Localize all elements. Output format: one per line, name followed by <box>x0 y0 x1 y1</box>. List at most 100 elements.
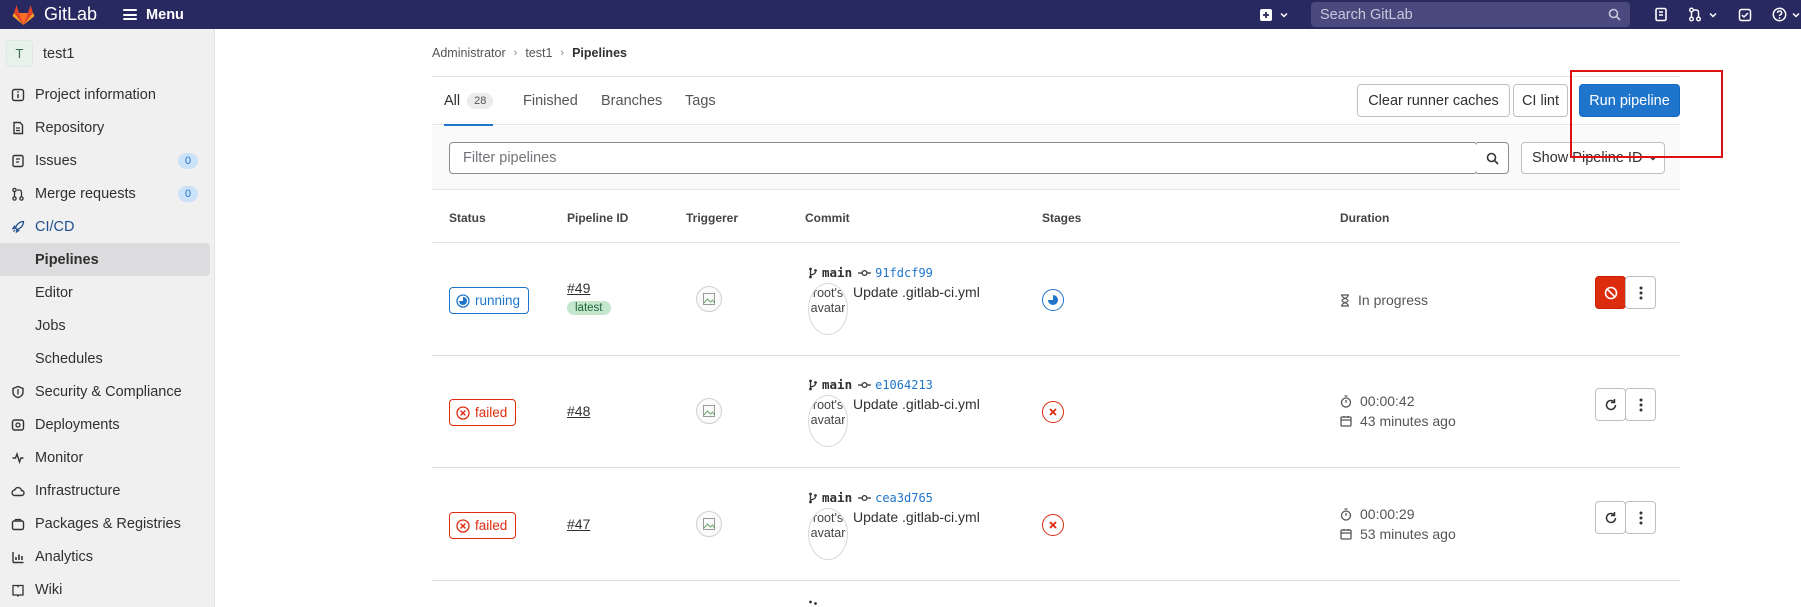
project-avatar: T <box>6 40 33 67</box>
calendar-icon <box>1340 529 1352 540</box>
stage-status-failed[interactable] <box>1042 514 1064 536</box>
triggerer-avatar[interactable] <box>696 511 722 537</box>
breadcrumb-item-current[interactable]: Pipelines <box>572 46 627 60</box>
issues-shortcut-button[interactable] <box>1654 7 1668 22</box>
project-name: test1 <box>43 45 75 62</box>
commit-message-link[interactable]: Update .gitlab-ci.yml <box>853 284 980 300</box>
sidebar-item-infrastructure[interactable]: Infrastructure <box>0 474 214 507</box>
commit-sha-link[interactable]: e1064213 <box>875 378 933 392</box>
project-header[interactable]: T test1 <box>0 29 214 78</box>
sidebar-item-monitor[interactable]: Monitor <box>0 441 214 474</box>
ci-lint-button[interactable]: CI lint <box>1513 84 1568 117</box>
breadcrumb-item-administrator[interactable]: Administrator <box>432 46 506 60</box>
sidebar-item-repository[interactable]: Repository <box>0 111 214 144</box>
help-button[interactable] <box>1772 7 1801 22</box>
commit-author-avatar[interactable]: root's avatar <box>808 508 848 560</box>
cancel-pipeline-button[interactable] <box>1595 276 1626 309</box>
failed-status-icon <box>456 405 470 420</box>
retry-pipeline-button[interactable] <box>1595 388 1626 421</box>
commit-author-avatar[interactable]: root's avatar <box>808 395 848 447</box>
sidebar-item-label: Repository <box>35 119 105 136</box>
sidebar-item-packages[interactable]: Packages & Registries <box>0 507 214 540</box>
pipeline-id-link[interactable]: #48 <box>567 403 590 419</box>
branch-name: main <box>822 265 853 280</box>
sidebar-item-deployments[interactable]: Deployments <box>0 408 214 441</box>
finished-ago: 53 minutes ago <box>1340 526 1456 542</box>
merge-requests-shortcut-button[interactable] <box>1688 7 1718 22</box>
top-navbar: GitLab Menu Search GitLab <box>0 0 1801 29</box>
more-actions-button[interactable] <box>1625 276 1656 309</box>
commit-ref[interactable]: main e1064213 <box>808 377 933 392</box>
duration: 00:00:42 <box>1340 393 1415 409</box>
duration-text: In progress <box>1358 292 1429 308</box>
status-badge[interactable]: failed <box>449 512 517 539</box>
sidebar-item-project-information[interactable]: Project information <box>0 78 214 111</box>
triggerer-avatar[interactable] <box>696 286 722 312</box>
stage-status-running[interactable] <box>1042 289 1064 311</box>
ellipsis-v-icon <box>1639 398 1642 411</box>
commit-message-link[interactable]: Update .gitlab-ci.yml <box>853 509 980 525</box>
pipeline-id-link[interactable]: #49 <box>567 280 590 296</box>
stage-status-failed[interactable] <box>1042 401 1064 423</box>
sidebar-item-security[interactable]: Security & Compliance <box>0 375 214 408</box>
partial-row-ref <box>808 600 818 607</box>
sidebar-item-label: Infrastructure <box>35 482 121 499</box>
filter-pipelines-input[interactable]: Filter pipelines <box>449 142 1478 174</box>
sidebar-sub-pipelines[interactable]: Pipelines <box>0 243 210 276</box>
commit-ref[interactable]: main 91fdcf99 <box>808 265 933 280</box>
pipeline-id-link[interactable]: #47 <box>567 516 590 532</box>
chevron-right-icon: › <box>513 47 518 59</box>
more-actions-button[interactable] <box>1625 388 1656 421</box>
book-icon <box>11 583 25 597</box>
commit-sha-link[interactable]: cea3d765 <box>875 491 933 505</box>
commit-ref[interactable]: main cea3d765 <box>808 490 933 505</box>
gitlab-logo[interactable]: GitLab <box>11 2 97 27</box>
more-actions-button[interactable] <box>1625 501 1656 534</box>
todos-button[interactable] <box>1738 8 1752 22</box>
sidebar-sub-jobs[interactable]: Jobs <box>0 309 214 342</box>
retry-pipeline-button[interactable] <box>1595 501 1626 534</box>
search-input[interactable]: Search GitLab <box>1311 2 1630 27</box>
commit-sha-link[interactable]: 91fdcf99 <box>875 266 933 280</box>
brand-name: GitLab <box>44 4 98 24</box>
finished-ago: 43 minutes ago <box>1340 413 1456 429</box>
search-icon <box>1608 8 1621 21</box>
triggerer-avatar[interactable] <box>696 398 722 424</box>
sidebar-item-analytics[interactable]: Analytics <box>0 540 214 573</box>
sidebar-item-label: Wiki <box>35 581 63 598</box>
filter-search-button[interactable] <box>1477 142 1509 174</box>
tab-all[interactable]: All 28 <box>444 77 494 126</box>
status-badge[interactable]: running <box>449 287 530 314</box>
annotation-highlight-box <box>1570 70 1723 158</box>
tab-finished[interactable]: Finished <box>523 77 578 125</box>
sidebar-item-wiki[interactable]: Wiki <box>0 573 214 606</box>
ellipsis-v-icon <box>1639 511 1642 524</box>
branch-icon <box>809 600 817 605</box>
retry-icon <box>1605 398 1616 410</box>
commit-author-avatar[interactable]: root's avatar <box>808 283 848 335</box>
tab-tags[interactable]: Tags <box>685 77 716 125</box>
menu-button[interactable]: Menu <box>123 7 184 23</box>
commit-message-link[interactable]: Update .gitlab-ci.yml <box>853 396 980 412</box>
tab-branches[interactable]: Branches <box>601 77 662 125</box>
sidebar-item-merge-requests[interactable]: Merge requests 0 <box>0 177 214 210</box>
cancel-icon <box>1604 286 1617 299</box>
duration-text: 00:00:29 <box>1360 506 1415 522</box>
timer-icon <box>1340 394 1352 408</box>
status-label: failed <box>475 405 508 420</box>
doc-icon <box>11 121 25 135</box>
sidebar-sub-editor[interactable]: Editor <box>0 276 214 309</box>
clear-runner-caches-button[interactable]: Clear runner caches <box>1357 84 1510 117</box>
sidebar-item-label: CI/CD <box>35 218 75 235</box>
ellipsis-v-icon <box>1639 286 1642 299</box>
sidebar-sub-schedules[interactable]: Schedules <box>0 342 214 375</box>
new-dropdown-button[interactable] <box>1259 8 1289 22</box>
status-badge[interactable]: failed <box>449 399 517 426</box>
issues-icon <box>1655 7 1667 22</box>
sidebar-item-issues[interactable]: Issues 0 <box>0 144 214 177</box>
breadcrumb-item-project[interactable]: test1 <box>525 46 552 60</box>
hamburger-icon <box>123 9 138 20</box>
sidebar-item-cicd[interactable]: CI/CD <box>0 210 214 243</box>
gitlab-tanuki-icon <box>12 5 35 25</box>
question-icon <box>1772 7 1787 22</box>
